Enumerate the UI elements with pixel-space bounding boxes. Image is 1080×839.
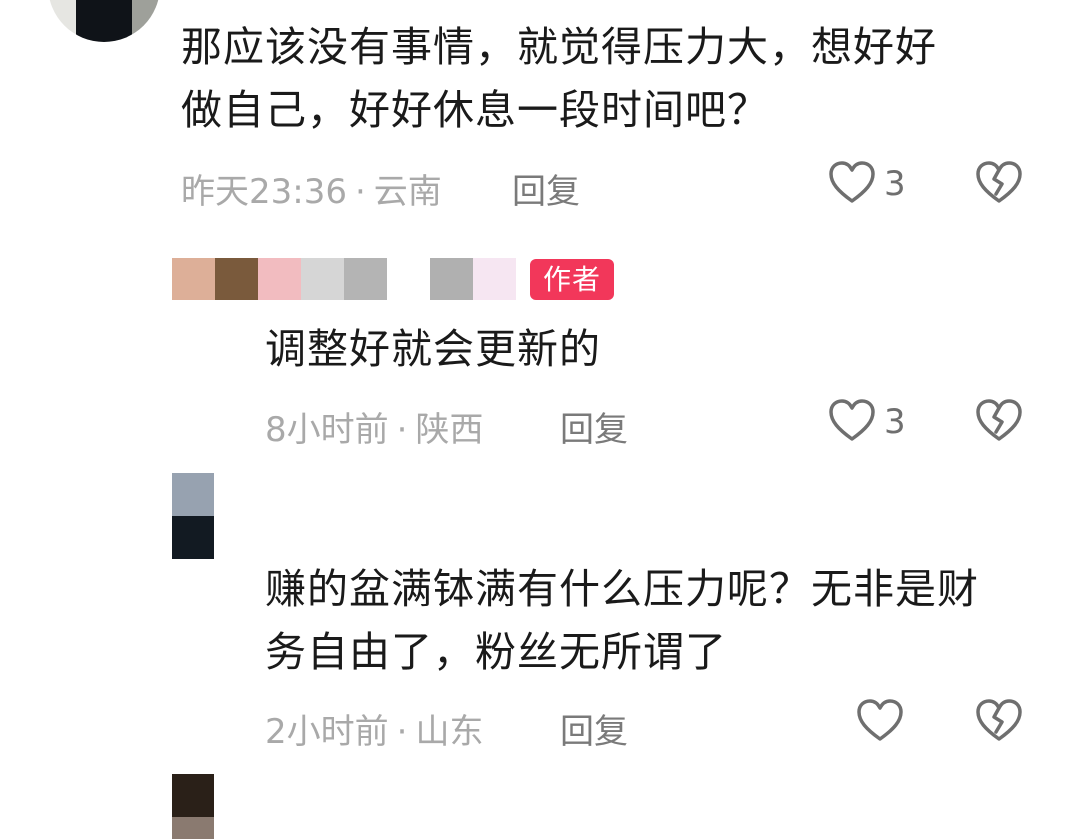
meta-separator: · (396, 410, 408, 450)
comment-1-text: 那应该没有事情，就觉得压力大，想好好 做自己，好好休息一段时间吧？ (181, 23, 937, 134)
comment-2-time: 8小时前 (265, 410, 389, 450)
heart-outline-icon[interactable] (828, 399, 876, 443)
comment-1-meta: 昨天23:36 · 云南 (181, 164, 442, 213)
comment-3-meta: 2小时前 · 山东 (265, 704, 483, 753)
comment-1-time: 昨天23:36 (181, 172, 347, 212)
meta-separator: · (354, 172, 366, 212)
heart-outline-icon[interactable] (856, 699, 904, 743)
comment-2-text: 调整好就会更新的 (265, 325, 601, 373)
author-badge: 作者 (530, 259, 614, 300)
avatar-comment-4[interactable] (172, 774, 214, 839)
comment-2-reply-button[interactable]: 回复 (560, 402, 628, 451)
heart-outline-icon[interactable] (828, 161, 876, 205)
comment-3-reply-button[interactable]: 回复 (560, 704, 628, 753)
avatar-comment-3[interactable] (172, 473, 214, 559)
comment-3-location: 山东 (415, 712, 484, 752)
meta-separator: · (396, 712, 408, 752)
comment-2-like-count: 3 (884, 402, 906, 442)
comment-1-like-count: 3 (884, 164, 906, 204)
comment-2-meta: 8小时前 · 陕西 (265, 402, 483, 451)
broken-heart-icon[interactable] (975, 399, 1023, 443)
avatar-comment-1[interactable] (48, 0, 160, 42)
broken-heart-icon[interactable] (975, 699, 1023, 743)
comment-3-time: 2小时前 (265, 712, 389, 752)
broken-heart-icon[interactable] (975, 161, 1023, 205)
comment-2-location: 陕西 (415, 410, 484, 450)
comment-1-reply-button[interactable]: 回复 (512, 164, 580, 213)
comment-1-location: 云南 (373, 172, 442, 212)
comment-3-text: 赚的盆满钵满有什么压力呢？无非是财 务自由了，粉丝无所谓了 (265, 565, 979, 676)
